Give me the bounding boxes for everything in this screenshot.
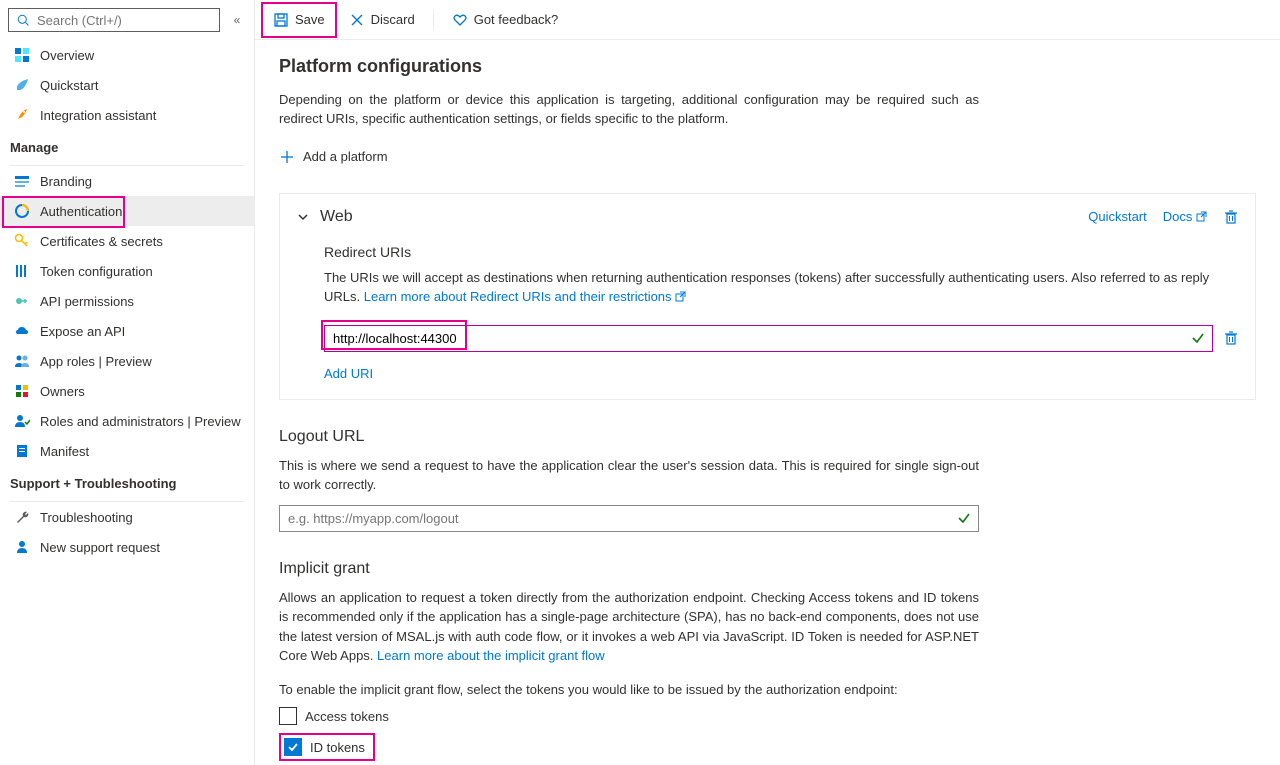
token-icon xyxy=(14,263,30,279)
sidebar-section-manage: Manage xyxy=(0,130,254,161)
search-icon xyxy=(15,12,31,28)
sidebar-item-label: Branding xyxy=(40,174,92,189)
sidebar-item-label: New support request xyxy=(40,540,160,555)
sidebar-item-label: Expose an API xyxy=(40,324,125,339)
sidebar-item-label: Quickstart xyxy=(40,78,99,93)
delete-uri-button[interactable] xyxy=(1223,330,1239,346)
sidebar-item-api-permissions[interactable]: API permissions xyxy=(0,286,254,316)
save-icon xyxy=(273,12,289,28)
heart-icon xyxy=(452,12,468,28)
page-title: Platform configurations xyxy=(279,56,1256,77)
redirect-uri-input-wrap xyxy=(324,325,1213,352)
plus-icon xyxy=(279,149,295,165)
access-tokens-label: Access tokens xyxy=(305,709,389,724)
sidebar-item-token-config[interactable]: Token configuration xyxy=(0,256,254,286)
authentication-icon xyxy=(14,203,30,219)
sidebar-item-new-support[interactable]: New support request xyxy=(0,532,254,562)
toolbar-separator xyxy=(433,10,434,30)
collapse-sidebar-button[interactable]: « xyxy=(228,13,246,27)
sidebar-item-integration-assistant[interactable]: Integration assistant xyxy=(0,100,254,130)
sidebar-item-label: Integration assistant xyxy=(40,108,156,123)
access-tokens-checkbox-row[interactable]: Access tokens xyxy=(279,707,1256,725)
main-content: Save Discard Got feedback? Platform conf… xyxy=(255,0,1280,765)
admin-icon xyxy=(14,413,30,429)
delete-platform-button[interactable] xyxy=(1223,209,1239,225)
sidebar-item-overview[interactable]: Overview xyxy=(0,40,254,70)
implicit-title: Implicit grant xyxy=(279,560,1256,578)
sidebar-item-owners[interactable]: Owners xyxy=(0,376,254,406)
logout-section: Logout URL This is where we send a reque… xyxy=(279,428,1256,532)
discard-button[interactable]: Discard xyxy=(339,6,425,34)
id-tokens-label: ID tokens xyxy=(310,740,365,755)
sidebar-item-label: Certificates & secrets xyxy=(40,234,163,249)
access-tokens-checkbox[interactable] xyxy=(279,707,297,725)
implicit-grant-section: Implicit grant Allows an application to … xyxy=(279,560,1256,762)
implicit-desc: Allows an application to request a token… xyxy=(279,588,979,666)
sidebar-item-roles-admins[interactable]: Roles and administrators | Preview xyxy=(0,406,254,436)
sidebar-item-branding[interactable]: Branding xyxy=(0,166,254,196)
owners-icon xyxy=(14,383,30,399)
id-tokens-checkbox[interactable] xyxy=(284,738,302,756)
redirect-uris-title: Redirect URIs xyxy=(324,244,1239,260)
check-icon xyxy=(1191,331,1205,345)
search-box[interactable] xyxy=(8,8,220,32)
logout-desc: This is where we send a request to have … xyxy=(279,456,979,495)
sidebar-item-label: Overview xyxy=(40,48,94,63)
card-title: Web xyxy=(320,208,353,226)
people-icon xyxy=(14,353,30,369)
key-icon xyxy=(14,233,30,249)
redirect-learn-more-link[interactable]: Learn more about Redirect URIs and their… xyxy=(364,289,686,304)
sidebar-item-troubleshooting[interactable]: Troubleshooting xyxy=(0,502,254,532)
toolbar: Save Discard Got feedback? xyxy=(255,0,1280,40)
chevron-down-icon[interactable] xyxy=(296,210,310,224)
quickstart-link[interactable]: Quickstart xyxy=(1088,209,1147,224)
search-input[interactable] xyxy=(37,13,213,28)
implicit-enable-text: To enable the implicit grant flow, selec… xyxy=(279,680,979,700)
branding-icon xyxy=(14,173,30,189)
permissions-icon xyxy=(14,293,30,309)
sidebar-item-label: Roles and administrators | Preview xyxy=(40,414,241,429)
save-button[interactable]: Save xyxy=(263,6,335,34)
redirect-uris-desc: The URIs we will accept as destinations … xyxy=(324,268,1239,307)
sidebar-item-expose-api[interactable]: Expose an API xyxy=(0,316,254,346)
wrench-icon xyxy=(14,509,30,525)
sidebar-item-label: Troubleshooting xyxy=(40,510,133,525)
cloud-icon xyxy=(14,323,30,339)
add-platform-button[interactable]: Add a platform xyxy=(279,145,1256,169)
add-uri-button[interactable]: Add URI xyxy=(296,366,1239,381)
sidebar-section-support: Support + Troubleshooting xyxy=(0,466,254,497)
sidebar-item-authentication[interactable]: Authentication xyxy=(0,196,254,226)
page-description: Depending on the platform or device this… xyxy=(279,91,979,129)
docs-link[interactable]: Docs xyxy=(1163,209,1207,224)
close-icon xyxy=(349,12,365,28)
sidebar-item-certificates[interactable]: Certificates & secrets xyxy=(0,226,254,256)
feedback-button[interactable]: Got feedback? xyxy=(442,6,569,34)
rocket-icon xyxy=(14,107,30,123)
sidebar-item-app-roles[interactable]: App roles | Preview xyxy=(0,346,254,376)
sidebar-item-manifest[interactable]: Manifest xyxy=(0,436,254,466)
sidebar: « Overview Quickstart Integration assist… xyxy=(0,0,255,765)
manifest-icon xyxy=(14,443,30,459)
check-icon xyxy=(957,511,971,525)
redirect-uri-input[interactable] xyxy=(324,325,1213,352)
sidebar-item-label: Manifest xyxy=(40,444,89,459)
web-platform-card: Web Quickstart Docs Redirect URIs The UR… xyxy=(279,193,1256,400)
sidebar-item-label: App roles | Preview xyxy=(40,354,152,369)
sidebar-item-label: API permissions xyxy=(40,294,134,309)
support-icon xyxy=(14,539,30,555)
quickstart-icon xyxy=(14,77,30,93)
logout-title: Logout URL xyxy=(279,428,1256,446)
overview-icon xyxy=(14,47,30,63)
sidebar-item-quickstart[interactable]: Quickstart xyxy=(0,70,254,100)
logout-url-input[interactable] xyxy=(279,505,979,532)
implicit-learn-more-link[interactable]: Learn more about the implicit grant flow xyxy=(377,648,605,663)
sidebar-item-label: Token configuration xyxy=(40,264,153,279)
sidebar-item-label: Owners xyxy=(40,384,85,399)
sidebar-item-label: Authentication xyxy=(40,204,122,219)
